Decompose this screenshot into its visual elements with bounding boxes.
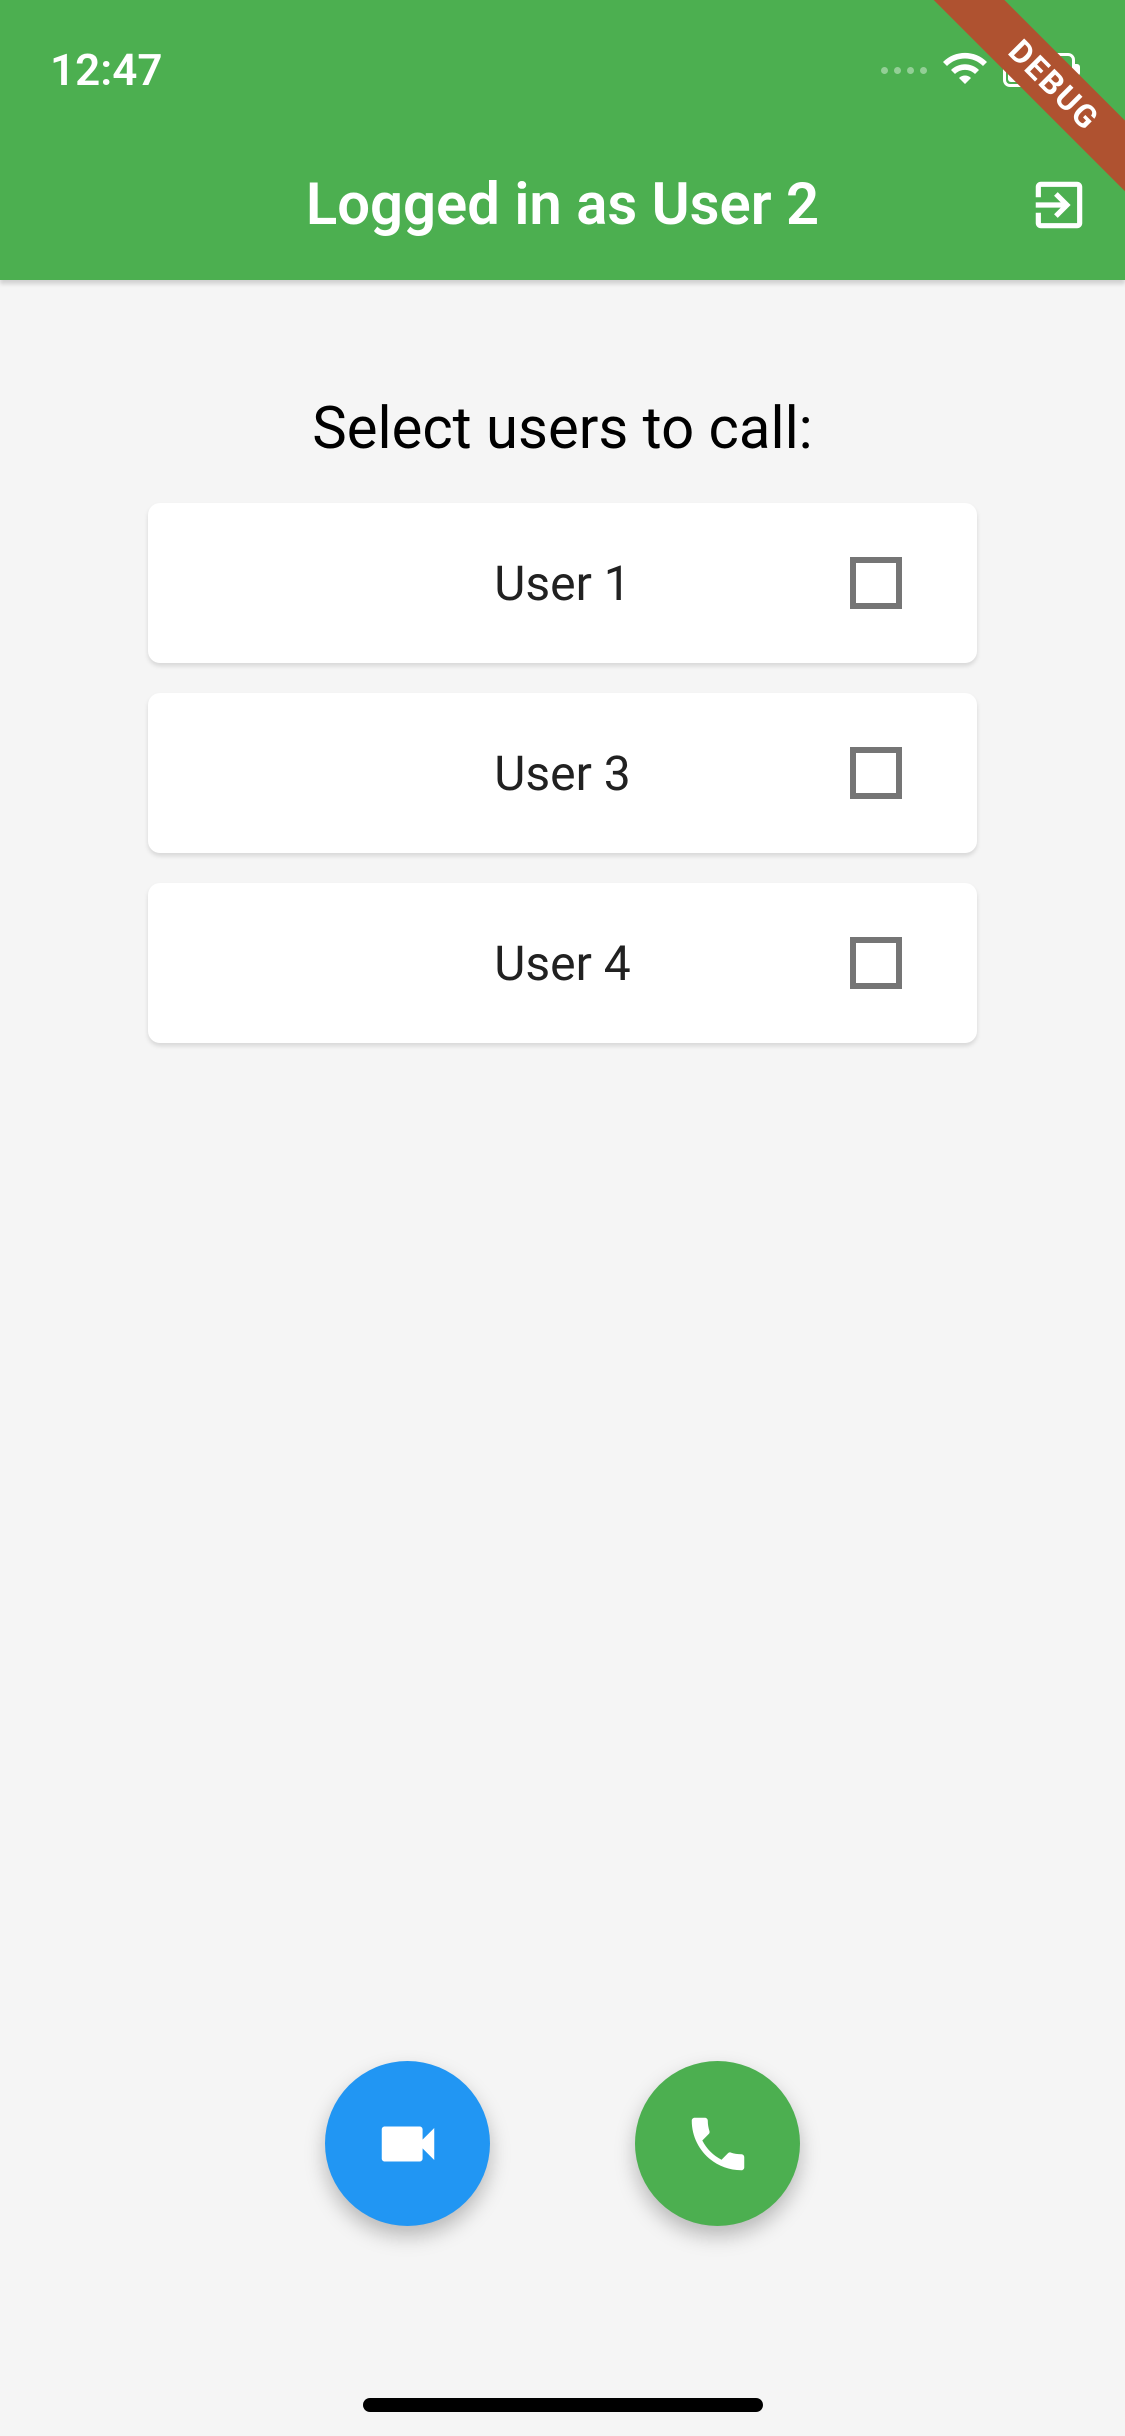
user-list: User 1 User 3 User 4 bbox=[48, 503, 1077, 1043]
fab-container bbox=[0, 2061, 1125, 2226]
phone-icon bbox=[683, 2109, 753, 2179]
user-checkbox[interactable] bbox=[850, 557, 902, 609]
app-bar: Logged in as User 2 bbox=[0, 130, 1125, 280]
user-label: User 4 bbox=[494, 935, 631, 992]
user-list-item[interactable]: User 3 bbox=[148, 693, 977, 853]
logout-button[interactable] bbox=[1023, 169, 1095, 241]
section-title: Select users to call: bbox=[48, 395, 1077, 463]
page-title: Logged in as User 2 bbox=[306, 171, 819, 239]
status-time: 12:47 bbox=[50, 44, 163, 96]
user-list-item[interactable]: User 4 bbox=[148, 883, 977, 1043]
home-indicator[interactable] bbox=[363, 2398, 763, 2412]
cellular-signal-icon bbox=[881, 67, 927, 74]
user-label: User 3 bbox=[494, 745, 631, 802]
wifi-icon bbox=[941, 44, 989, 96]
user-label: User 1 bbox=[494, 555, 631, 612]
videocam-icon bbox=[373, 2109, 443, 2179]
main-content: Select users to call: User 1 User 3 User… bbox=[0, 280, 1125, 1043]
user-checkbox[interactable] bbox=[850, 937, 902, 989]
video-call-button[interactable] bbox=[325, 2061, 490, 2226]
user-list-item[interactable]: User 1 bbox=[148, 503, 977, 663]
exit-to-app-icon bbox=[1028, 174, 1090, 236]
audio-call-button[interactable] bbox=[635, 2061, 800, 2226]
user-checkbox[interactable] bbox=[850, 747, 902, 799]
